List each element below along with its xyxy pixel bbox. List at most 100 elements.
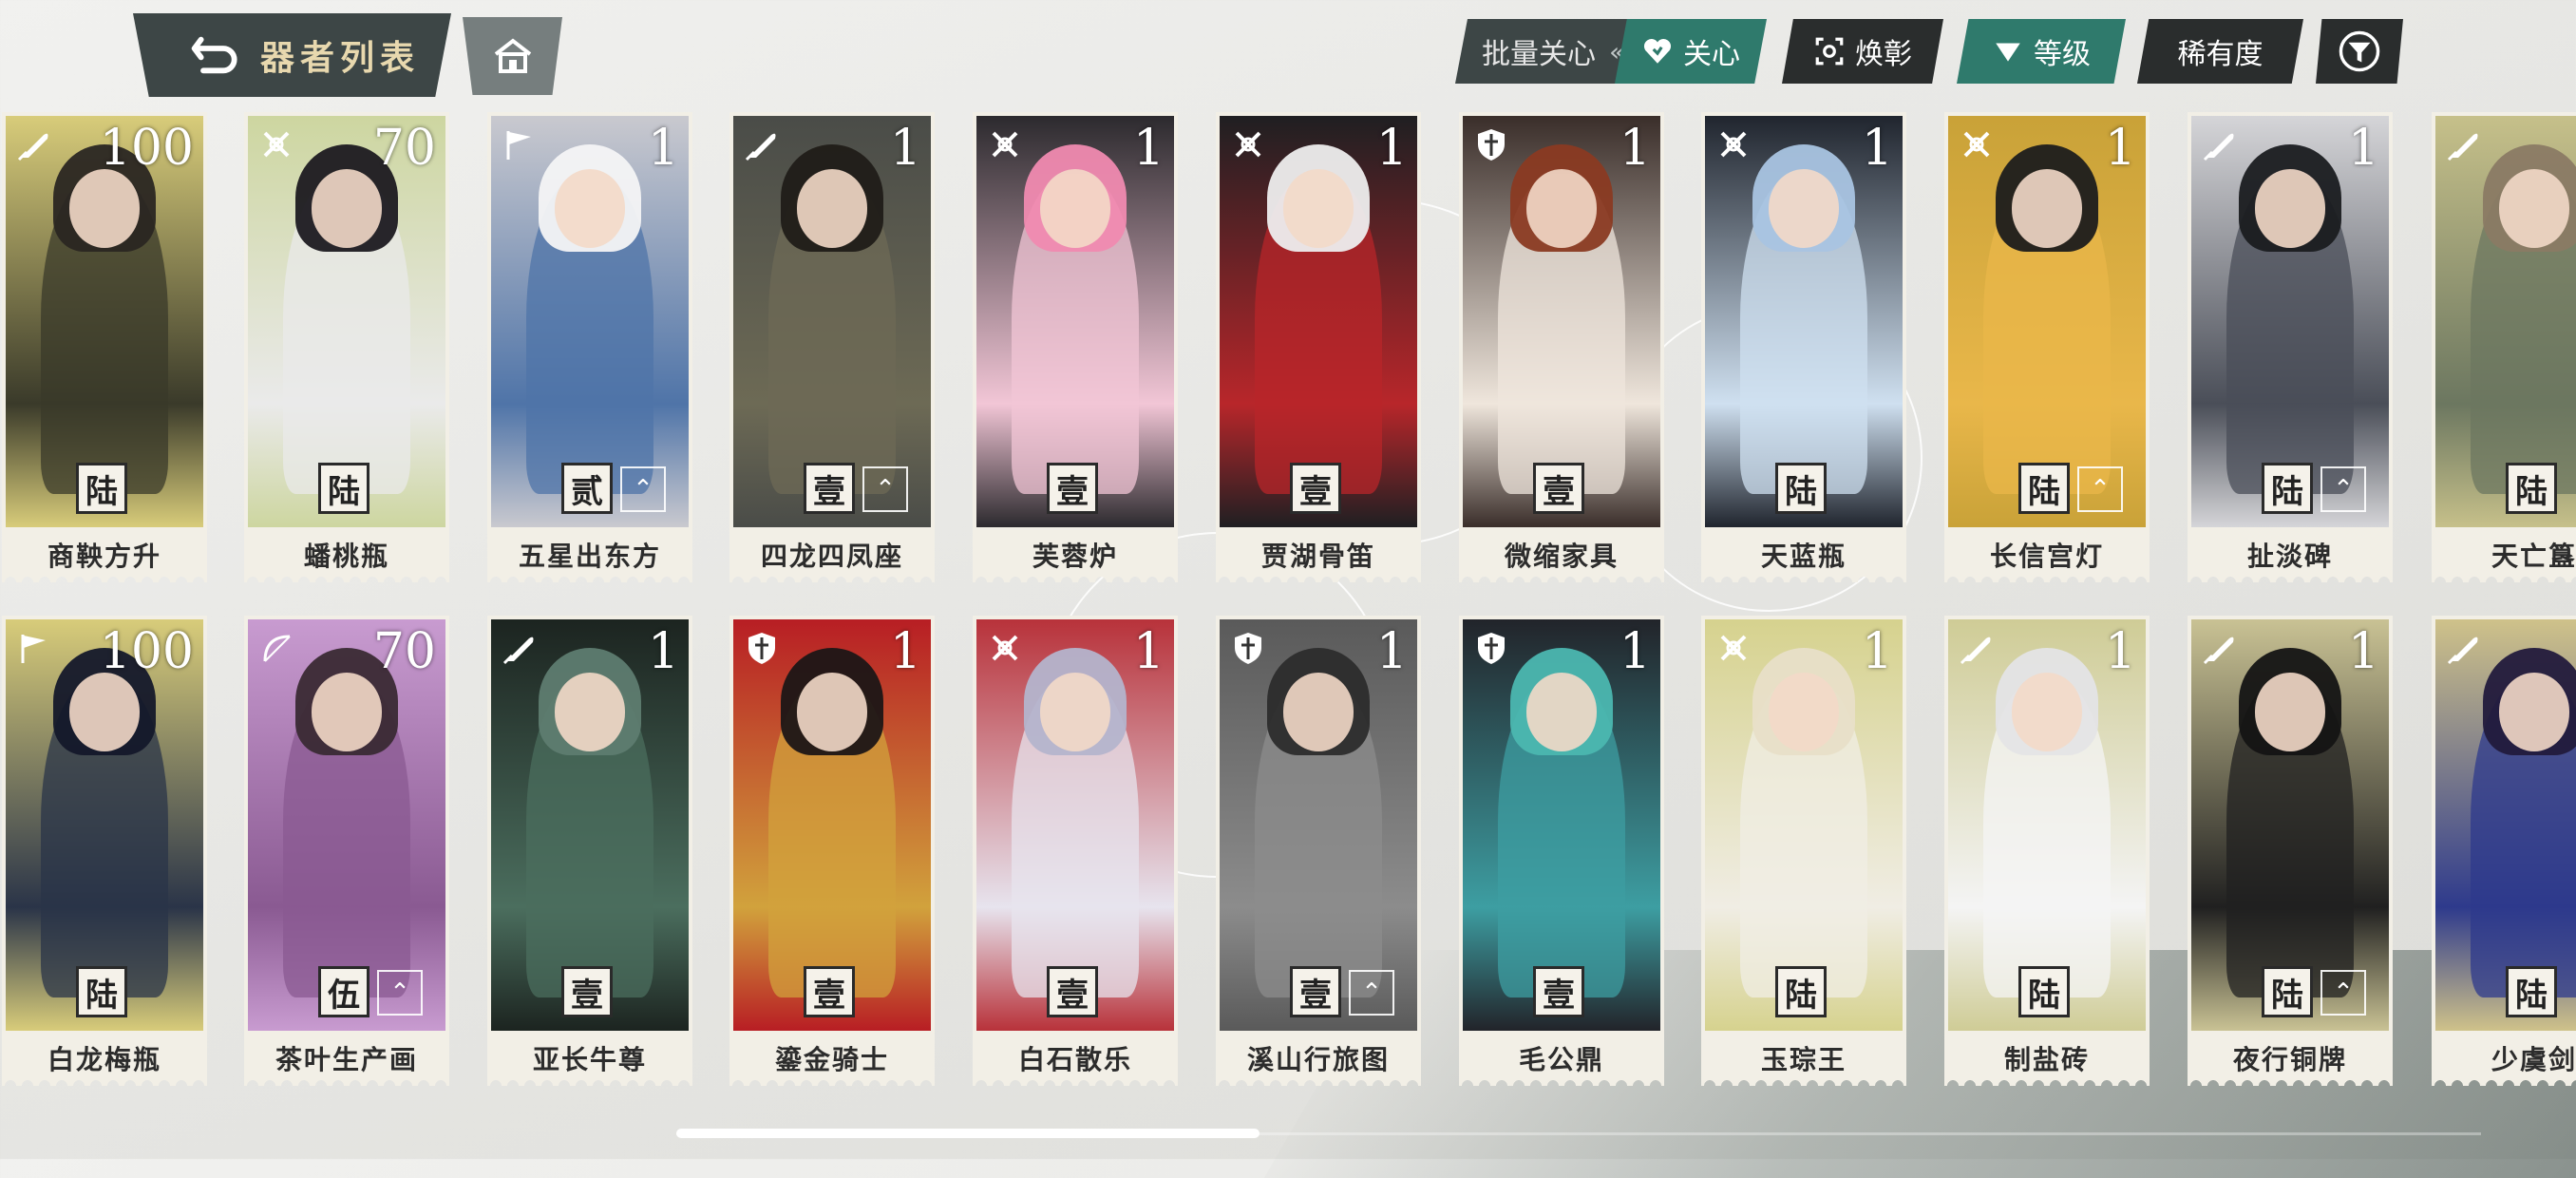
rank-badge: 陆: [2262, 463, 2313, 514]
character-card[interactable]: 1 陆 ⌃ 夜行铜牌: [2188, 616, 2393, 1091]
card-name: 白龙梅瓶: [2, 1031, 207, 1086]
card-level: 1: [647, 120, 679, 177]
card-name: 亚长牛尊: [487, 1031, 692, 1086]
rank-badge: 陆: [76, 463, 127, 514]
character-grid: 100 陆商鞅方升 70 陆蟠桃瓶 1 贰 ⌃ 五星出东方 1 壹 ⌃ 四龙四凤座 1 壹芙蓉炉 1 壹贾湖骨…: [0, 0, 2576, 1159]
rank-badge: 壹: [1047, 463, 1098, 514]
card-level: 1: [1375, 120, 1408, 177]
flag-icon: [21, 635, 46, 663]
card-name: 天蓝瓶: [1701, 527, 1906, 582]
card-portrait: 1壹: [1459, 112, 1664, 527]
card-portrait: 1陆: [2432, 616, 2576, 1031]
card-name: 白石散乐: [973, 1031, 1178, 1086]
card-name: 芙蓉炉: [973, 527, 1178, 582]
rank-badge: 壹: [1047, 966, 1098, 1017]
card-portrait: 1 贰 ⌃: [487, 112, 692, 527]
character-card[interactable]: 1 陆 ⌃ 长信宫灯: [1944, 112, 2150, 587]
upgrade-available-icon: ⌃: [2320, 970, 2366, 1016]
card-name: 鎏金骑士: [729, 1031, 935, 1086]
card-name: 溪山行旅图: [1216, 1031, 1421, 1086]
rank-badge: 壹: [1290, 463, 1341, 514]
character-card[interactable]: 1 壹 ⌃ 四龙四凤座: [729, 112, 935, 587]
card-level: 1: [1132, 120, 1165, 177]
card-name: 蟠桃瓶: [244, 527, 449, 582]
card-name: 商鞅方升: [2, 527, 207, 582]
card-portrait: 1壹: [1216, 112, 1421, 527]
rank-badge: 陆: [1775, 966, 1827, 1017]
character-card[interactable]: 1 壹亚长牛尊: [487, 616, 692, 1091]
card-name: 夜行铜牌: [2188, 1031, 2393, 1086]
character-card[interactable]: 1 壹毛公鼎: [1459, 616, 1664, 1091]
card-level: 1: [2347, 623, 2379, 680]
character-card[interactable]: 100 陆商鞅方升: [2, 112, 207, 587]
card-name: 四龙四凤座: [729, 527, 935, 582]
character-card[interactable]: 1 壹鎏金骑士: [729, 616, 935, 1091]
shield-icon: [1235, 633, 1261, 664]
knot-icon: [1720, 635, 1747, 661]
shield-icon: [1478, 129, 1505, 161]
character-card[interactable]: 1 壹微缩家具: [1459, 112, 1664, 587]
character-card[interactable]: 1陆少虞剑: [2432, 616, 2576, 1091]
card-level: 1: [2104, 120, 2136, 177]
rank-badge: 陆: [318, 463, 369, 514]
card-level: 1: [1375, 623, 1408, 680]
horizontal-scrollbar[interactable]: [676, 1129, 1260, 1138]
quill-icon: [2447, 636, 2478, 665]
card-portrait: 1壹: [973, 616, 1178, 1031]
character-card[interactable]: 1 陆天蓝瓶: [1701, 112, 1906, 587]
character-card[interactable]: 1 壹白石散乐: [973, 616, 1178, 1091]
rank-badge: 陆: [1775, 463, 1827, 514]
upgrade-available-icon: ⌃: [2077, 466, 2123, 512]
card-level: 1: [2347, 120, 2379, 177]
card-portrait: 1壹: [729, 616, 935, 1031]
knot-icon: [1720, 131, 1747, 158]
character-card[interactable]: 100 陆白龙梅瓶: [2, 616, 207, 1091]
character-card[interactable]: 1 陆 ⌃ 扯淡碑: [2188, 112, 2393, 587]
card-portrait: 100 陆: [2, 112, 207, 527]
rank-badge: 壹: [561, 966, 613, 1017]
bow-icon: [263, 635, 291, 662]
upgrade-available-icon: ⌃: [377, 970, 423, 1016]
quill-icon: [502, 636, 534, 665]
rank-badge: 壹: [804, 463, 855, 514]
character-card[interactable]: 1 壹芙蓉炉: [973, 112, 1178, 587]
card-portrait: 1陆: [1701, 616, 1906, 1031]
quill-icon: [745, 133, 776, 162]
character-card[interactable]: 1 壹 ⌃ 溪山行旅图: [1216, 616, 1421, 1091]
card-name: 贾湖骨笛: [1216, 527, 1421, 582]
quill-icon: [2203, 636, 2234, 665]
knot-icon: [1235, 131, 1261, 158]
upgrade-available-icon: ⌃: [620, 466, 666, 512]
character-card[interactable]: 1陆天亡簋: [2432, 112, 2576, 587]
character-card[interactable]: 1 陆玉琮王: [1701, 616, 1906, 1091]
knot-icon: [1963, 131, 1990, 158]
card-portrait: 1陆: [1944, 616, 2150, 1031]
card-portrait: 1陆: [1701, 112, 1906, 527]
card-name: 扯淡碑: [2188, 527, 2393, 582]
knot-icon: [263, 131, 290, 158]
character-card[interactable]: 1 壹贾湖骨笛: [1216, 112, 1421, 587]
flag-icon: [506, 131, 531, 160]
rank-badge: 陆: [2506, 463, 2557, 514]
rank-badge: 伍: [318, 966, 369, 1017]
card-name: 少虞剑: [2432, 1031, 2576, 1086]
card-portrait: 1壹: [973, 112, 1178, 527]
card-name: 五星出东方: [487, 527, 692, 582]
rank-badge: 壹: [1290, 966, 1341, 1017]
card-name: 天亡簋: [2432, 527, 2576, 582]
card-name: 制盐砖: [1944, 1031, 2150, 1086]
card-level: 100: [99, 120, 194, 177]
character-card[interactable]: 1 贰 ⌃ 五星出东方: [487, 112, 692, 587]
upgrade-available-icon: ⌃: [862, 466, 908, 512]
knot-icon: [992, 635, 1018, 661]
character-card[interactable]: 1 陆制盐砖: [1944, 616, 2150, 1091]
card-portrait: 70 陆: [244, 112, 449, 527]
upgrade-available-icon: ⌃: [1349, 970, 1394, 1016]
character-card[interactable]: 70 陆蟠桃瓶: [244, 112, 449, 587]
rank-badge: 壹: [1533, 966, 1584, 1017]
character-card[interactable]: 70 伍 ⌃ 茶叶生产画: [244, 616, 449, 1091]
card-portrait: 70 伍 ⌃: [244, 616, 449, 1031]
quill-icon: [2203, 133, 2234, 162]
card-name: 毛公鼎: [1459, 1031, 1664, 1086]
card-portrait: 100 陆: [2, 616, 207, 1031]
